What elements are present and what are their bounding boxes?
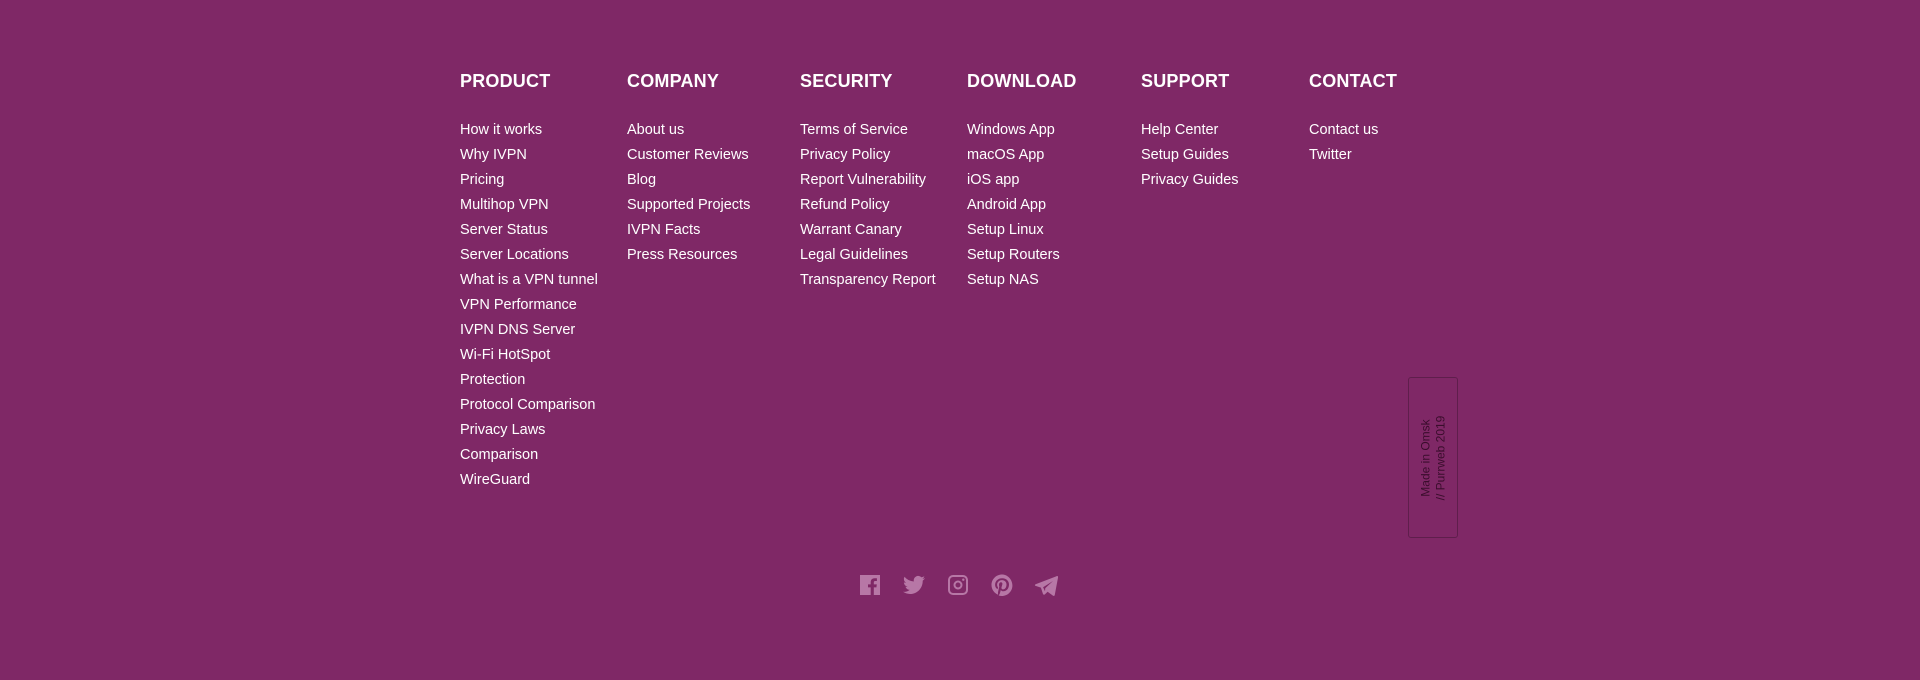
footer-link[interactable]: Privacy Guides	[1141, 168, 1309, 193]
footer-link[interactable]: Contact us	[1309, 118, 1429, 143]
footer-link[interactable]: Setup Guides	[1141, 143, 1309, 168]
link-list-support: Help Center Setup Guides Privacy Guides	[1141, 118, 1309, 193]
telegram-icon[interactable]	[1034, 573, 1058, 597]
footer-link[interactable]: Supported Projects	[627, 193, 800, 218]
footer-link[interactable]: VPN Performance	[460, 293, 627, 318]
footer-link[interactable]: What is a VPN tunnel	[460, 268, 627, 293]
footer-link[interactable]: Setup Linux	[967, 218, 1141, 243]
footer-link[interactable]: Android App	[967, 193, 1141, 218]
footer-column-product: PRODUCT How it works Why IVPN Pricing Multi…	[460, 70, 627, 493]
footer-link[interactable]: Wi-Fi HotSpot	[460, 343, 627, 368]
footer-column-company: COMPANY About us Customer Reviews Blog Supp…	[627, 70, 800, 493]
footer-link[interactable]: IVPN DNS Server	[460, 318, 627, 343]
footer-link[interactable]: Windows App	[967, 118, 1141, 143]
made-in-line-1: Made in Omsk	[1418, 418, 1432, 497]
made-in-text: Made in Omsk // Purrweb 2019	[1418, 415, 1448, 500]
footer-link[interactable]: Customer Reviews	[627, 143, 800, 168]
column-title-product: PRODUCT	[460, 71, 551, 91]
column-title-download: DOWNLOAD	[967, 71, 1077, 91]
footer-link[interactable]: Protocol Comparison	[460, 393, 627, 418]
footer-link[interactable]: Setup NAS	[967, 268, 1141, 293]
footer-link[interactable]: Press Resources	[627, 243, 800, 268]
social-links	[858, 573, 1058, 597]
footer-column-support: SUPPORT Help Center Setup Guides Privacy G…	[1141, 70, 1309, 493]
footer-link[interactable]: IVPN Facts	[627, 218, 800, 243]
footer-link[interactable]: Protection	[460, 368, 627, 393]
footer-link[interactable]: Server Locations	[460, 243, 627, 268]
footer-link[interactable]: Transparency Report	[800, 268, 967, 293]
footer-link[interactable]: Server Status	[460, 218, 627, 243]
pinterest-icon[interactable]	[990, 573, 1014, 597]
footer-link[interactable]: Pricing	[460, 168, 627, 193]
footer-link[interactable]: macOS App	[967, 143, 1141, 168]
column-title-security: SECURITY	[800, 71, 893, 91]
footer-link[interactable]: Terms of Service	[800, 118, 967, 143]
footer-link[interactable]: Blog	[627, 168, 800, 193]
footer-link[interactable]: WireGuard	[460, 468, 627, 493]
footer-link[interactable]: Why IVPN	[460, 143, 627, 168]
footer-column-download: DOWNLOAD Windows App macOS App iOS app Andr…	[967, 70, 1141, 493]
footer-link[interactable]: Multihop VPN	[460, 193, 627, 218]
link-list-download: Windows App macOS App iOS app Android App Se…	[967, 118, 1141, 293]
column-title-company: COMPANY	[627, 71, 720, 91]
footer-link[interactable]: iOS app	[967, 168, 1141, 193]
made-in-line-2: // Purrweb 2019	[1433, 415, 1447, 500]
link-list-company: About us Customer Reviews Blog Supported Pr…	[627, 118, 800, 268]
footer-link[interactable]: Report Vulnerability	[800, 168, 967, 193]
link-list-contact: Contact us Twitter	[1309, 118, 1429, 168]
instagram-icon[interactable]	[946, 573, 970, 597]
footer-columns: PRODUCT How it works Why IVPN Pricing Multi…	[460, 70, 1429, 493]
footer-link[interactable]: Comparison	[460, 443, 627, 468]
column-title-contact: CONTACT	[1309, 71, 1398, 91]
footer-link[interactable]: Warrant Canary	[800, 218, 967, 243]
footer-link[interactable]: Setup Routers	[967, 243, 1141, 268]
footer-column-security: SECURITY Terms of Service Privacy Policy R…	[800, 70, 967, 493]
footer-link[interactable]: Privacy Laws	[460, 418, 627, 443]
link-list-product: How it works Why IVPN Pricing Multihop VPN S…	[460, 118, 627, 493]
footer-link[interactable]: Help Center	[1141, 118, 1309, 143]
footer-link[interactable]: About us	[627, 118, 800, 143]
twitter-icon[interactable]	[902, 573, 926, 597]
facebook-icon[interactable]	[858, 573, 882, 597]
footer-link[interactable]: Privacy Policy	[800, 143, 967, 168]
column-title-support: SUPPORT	[1141, 71, 1230, 91]
footer-link[interactable]: How it works	[460, 118, 627, 143]
footer-link[interactable]: Twitter	[1309, 143, 1429, 168]
footer-link[interactable]: Refund Policy	[800, 193, 967, 218]
footer-link[interactable]: Legal Guidelines	[800, 243, 967, 268]
made-in-badge[interactable]: Made in Omsk // Purrweb 2019	[1408, 377, 1458, 538]
link-list-security: Terms of Service Privacy Policy Report Vul…	[800, 118, 967, 293]
